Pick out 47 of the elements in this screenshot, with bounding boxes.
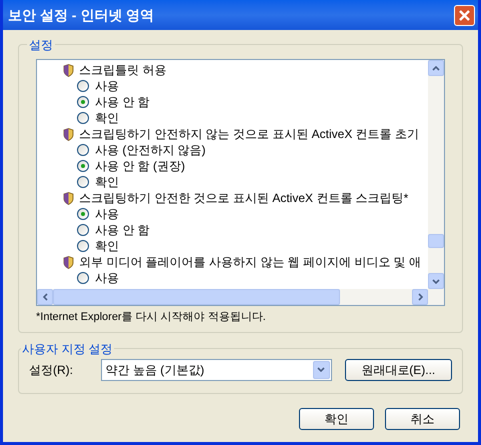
level-dropdown[interactable]: 약간 높음 (기본값) <box>100 358 332 380</box>
radio-option[interactable]: 사용 <box>37 270 428 286</box>
radio-button[interactable] <box>77 176 89 188</box>
scroll-up-button[interactable] <box>428 60 444 76</box>
radio-button[interactable] <box>77 96 89 108</box>
window-title: 보안 설정 - 인터넷 영역 <box>8 6 154 24</box>
radio-button[interactable] <box>77 80 89 92</box>
radio-option[interactable]: 사용 안 함 (권장) <box>37 158 428 174</box>
radio-button[interactable] <box>77 240 89 252</box>
radio-option[interactable]: 사용 <box>37 78 428 94</box>
shield-icon <box>63 192 74 204</box>
setting-category: 외부 미디어 플레이어를 사용하지 않는 웹 페이지에 비디오 및 애 <box>79 254 422 271</box>
scroll-thumb[interactable] <box>428 234 444 248</box>
dropdown-value: 약간 높음 (기본값) <box>106 362 204 378</box>
restart-note: *Internet Explorer를 다시 시작해야 적용됩니다. <box>36 310 267 325</box>
field-label: 설정(R): <box>29 362 74 378</box>
radio-button[interactable] <box>77 160 89 172</box>
setting-category: 스크립팅하기 안전하지 않는 것으로 표시된 ActiveX 컨트롤 초기 <box>79 126 420 143</box>
setting-category: 스크립팅하기 안전한 것으로 표시된 ActiveX 컨트롤 스크립팅* <box>79 190 408 207</box>
shield-icon <box>63 256 74 268</box>
close-button[interactable] <box>454 4 475 26</box>
dialog-button[interactable]: 확인 <box>299 408 374 430</box>
shield-icon <box>63 64 74 76</box>
radio-option[interactable]: 확인 <box>37 174 428 190</box>
radio-option[interactable]: 사용 (안전하지 않음) <box>37 142 428 158</box>
radio-button[interactable] <box>77 224 89 236</box>
radio-option[interactable]: 사용 안 함 <box>37 94 428 110</box>
vertical-scrollbar[interactable] <box>428 60 444 289</box>
reset-button[interactable]: 원래대로(E)... <box>344 358 452 380</box>
setting-category: 스크립틀릿 허용 <box>79 62 166 79</box>
close-icon <box>459 10 470 20</box>
scroll-thumb[interactable] <box>53 289 340 305</box>
radio-option[interactable]: 확인 <box>37 110 428 126</box>
scroll-right-button[interactable] <box>412 289 428 305</box>
radio-button[interactable] <box>77 272 89 284</box>
radio-button[interactable] <box>77 144 89 156</box>
shield-icon <box>63 128 74 140</box>
scroll-down-button[interactable] <box>428 273 444 289</box>
radio-option[interactable]: 사용 <box>37 206 428 222</box>
dialog-button[interactable]: 취소 <box>385 408 460 430</box>
dropdown-button[interactable] <box>312 360 330 378</box>
radio-option[interactable]: 확인 <box>37 238 428 254</box>
radio-option[interactable]: 사용 안 함 <box>37 222 428 238</box>
radio-button[interactable] <box>77 208 89 220</box>
radio-button[interactable] <box>77 112 89 124</box>
scroll-left-button[interactable] <box>37 289 53 305</box>
horizontal-scrollbar[interactable] <box>37 289 444 305</box>
